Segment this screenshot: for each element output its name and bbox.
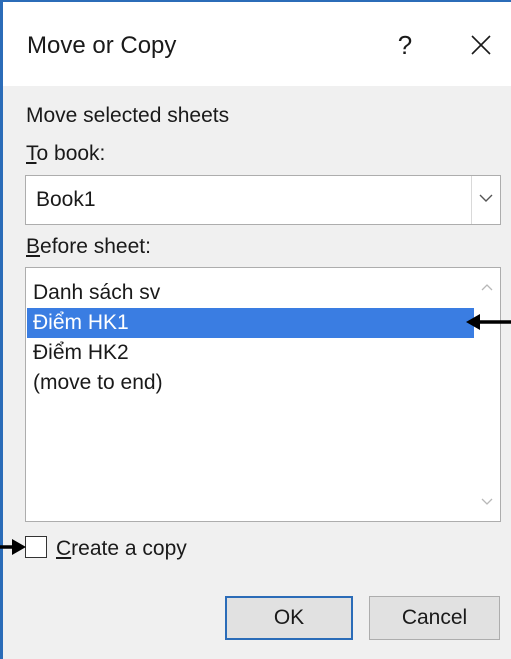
listbox-scrollbar[interactable] xyxy=(474,268,500,521)
create-copy-checkbox[interactable] xyxy=(25,536,47,558)
list-item[interactable]: Điểm HK2 xyxy=(27,338,475,368)
move-selected-sheets-label: Move selected sheets xyxy=(26,104,230,127)
window-border-left xyxy=(0,0,3,659)
before-sheet-label-text: efore sheet: xyxy=(40,235,151,258)
dialog-title: Move or Copy xyxy=(27,32,177,59)
chevron-up-icon xyxy=(481,284,493,291)
ok-button[interactable]: OK xyxy=(225,596,353,640)
close-icon xyxy=(471,35,491,55)
before-sheet-label: Before sheet: xyxy=(26,235,151,259)
help-button[interactable]: ? xyxy=(385,24,425,66)
before-sheet-listbox[interactable]: Danh sách sv Điểm HK1 Điểm HK2 (move to … xyxy=(25,267,501,522)
create-copy-label-text: reate a copy xyxy=(71,537,187,560)
to-book-label: To book: xyxy=(26,142,105,166)
chevron-down-icon xyxy=(479,194,493,202)
annotation-arrow-icon xyxy=(0,539,26,555)
scroll-down-button[interactable] xyxy=(474,491,500,515)
to-book-selected-value: Book1 xyxy=(36,188,96,211)
to-book-dropdown-button[interactable] xyxy=(471,176,500,224)
list-item[interactable]: Danh sách sv xyxy=(27,278,475,308)
close-button[interactable] xyxy=(459,24,503,66)
to-book-dropdown[interactable]: Book1 xyxy=(25,175,501,225)
to-book-access-key: T xyxy=(26,142,37,165)
list-item-selected[interactable]: Điểm HK1 xyxy=(27,308,475,338)
scroll-up-button[interactable] xyxy=(474,276,500,300)
to-book-label-text: o book: xyxy=(36,142,106,165)
before-sheet-access-key: B xyxy=(26,235,41,258)
move-or-copy-dialog: Move or Copy ? Move selected sheets To b… xyxy=(0,0,511,659)
create-copy-access-key: C xyxy=(56,537,72,560)
chevron-down-icon xyxy=(481,498,493,505)
annotation-arrow-icon xyxy=(466,314,511,330)
cancel-button[interactable]: Cancel xyxy=(369,596,500,640)
title-bar: Move or Copy ? xyxy=(3,2,511,86)
create-copy-label[interactable]: Create a copy xyxy=(56,537,187,561)
list-item[interactable]: (move to end) xyxy=(27,368,475,398)
